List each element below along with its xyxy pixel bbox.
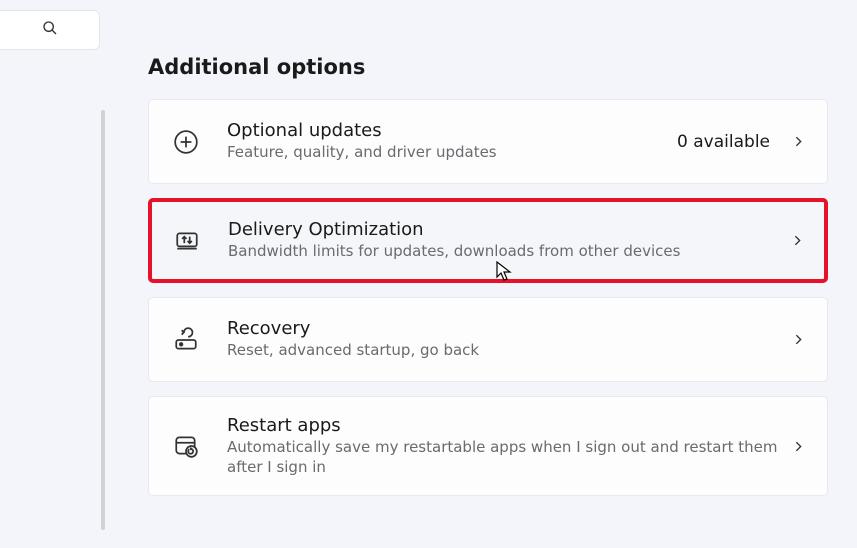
card-title: Recovery: [227, 318, 792, 339]
delivery-optimization-icon: [172, 226, 202, 256]
card-recovery[interactable]: Recovery Reset, advanced startup, go bac…: [148, 297, 828, 382]
card-restart-apps[interactable]: Restart apps Automatically save my resta…: [148, 396, 828, 496]
search-box[interactable]: [0, 10, 100, 50]
card-trailing: [792, 333, 805, 346]
card-desc: Bandwidth limits for updates, downloads …: [228, 242, 791, 262]
plus-circle-icon: [171, 127, 201, 157]
chevron-right-icon: [791, 234, 804, 247]
nav-divider: [101, 110, 105, 530]
card-desc: Reset, advanced startup, go back: [227, 341, 792, 361]
card-title: Restart apps: [227, 415, 792, 436]
card-body: Restart apps Automatically save my resta…: [227, 415, 792, 477]
search-icon: [42, 20, 58, 40]
card-optional-updates[interactable]: Optional updates Feature, quality, and d…: [148, 99, 828, 184]
restart-apps-icon: [171, 431, 201, 461]
card-trailing: [791, 234, 804, 247]
chevron-right-icon: [792, 135, 805, 148]
recovery-icon: [171, 325, 201, 355]
available-count: 0 available: [677, 132, 770, 152]
main-content: Additional options Optional updates Feat…: [148, 55, 828, 510]
card-desc: Automatically save my restartable apps w…: [227, 438, 792, 477]
card-trailing: 0 available: [677, 132, 805, 152]
chevron-right-icon: [792, 333, 805, 346]
card-delivery-optimization[interactable]: Delivery Optimization Bandwidth limits f…: [148, 198, 828, 283]
card-body: Delivery Optimization Bandwidth limits f…: [228, 219, 791, 262]
card-body: Recovery Reset, advanced startup, go bac…: [227, 318, 792, 361]
card-title: Delivery Optimization: [228, 219, 791, 240]
section-title: Additional options: [148, 55, 828, 79]
card-body: Optional updates Feature, quality, and d…: [227, 120, 677, 163]
card-title: Optional updates: [227, 120, 677, 141]
card-trailing: [792, 440, 805, 453]
card-desc: Feature, quality, and driver updates: [227, 143, 677, 163]
chevron-right-icon: [792, 440, 805, 453]
